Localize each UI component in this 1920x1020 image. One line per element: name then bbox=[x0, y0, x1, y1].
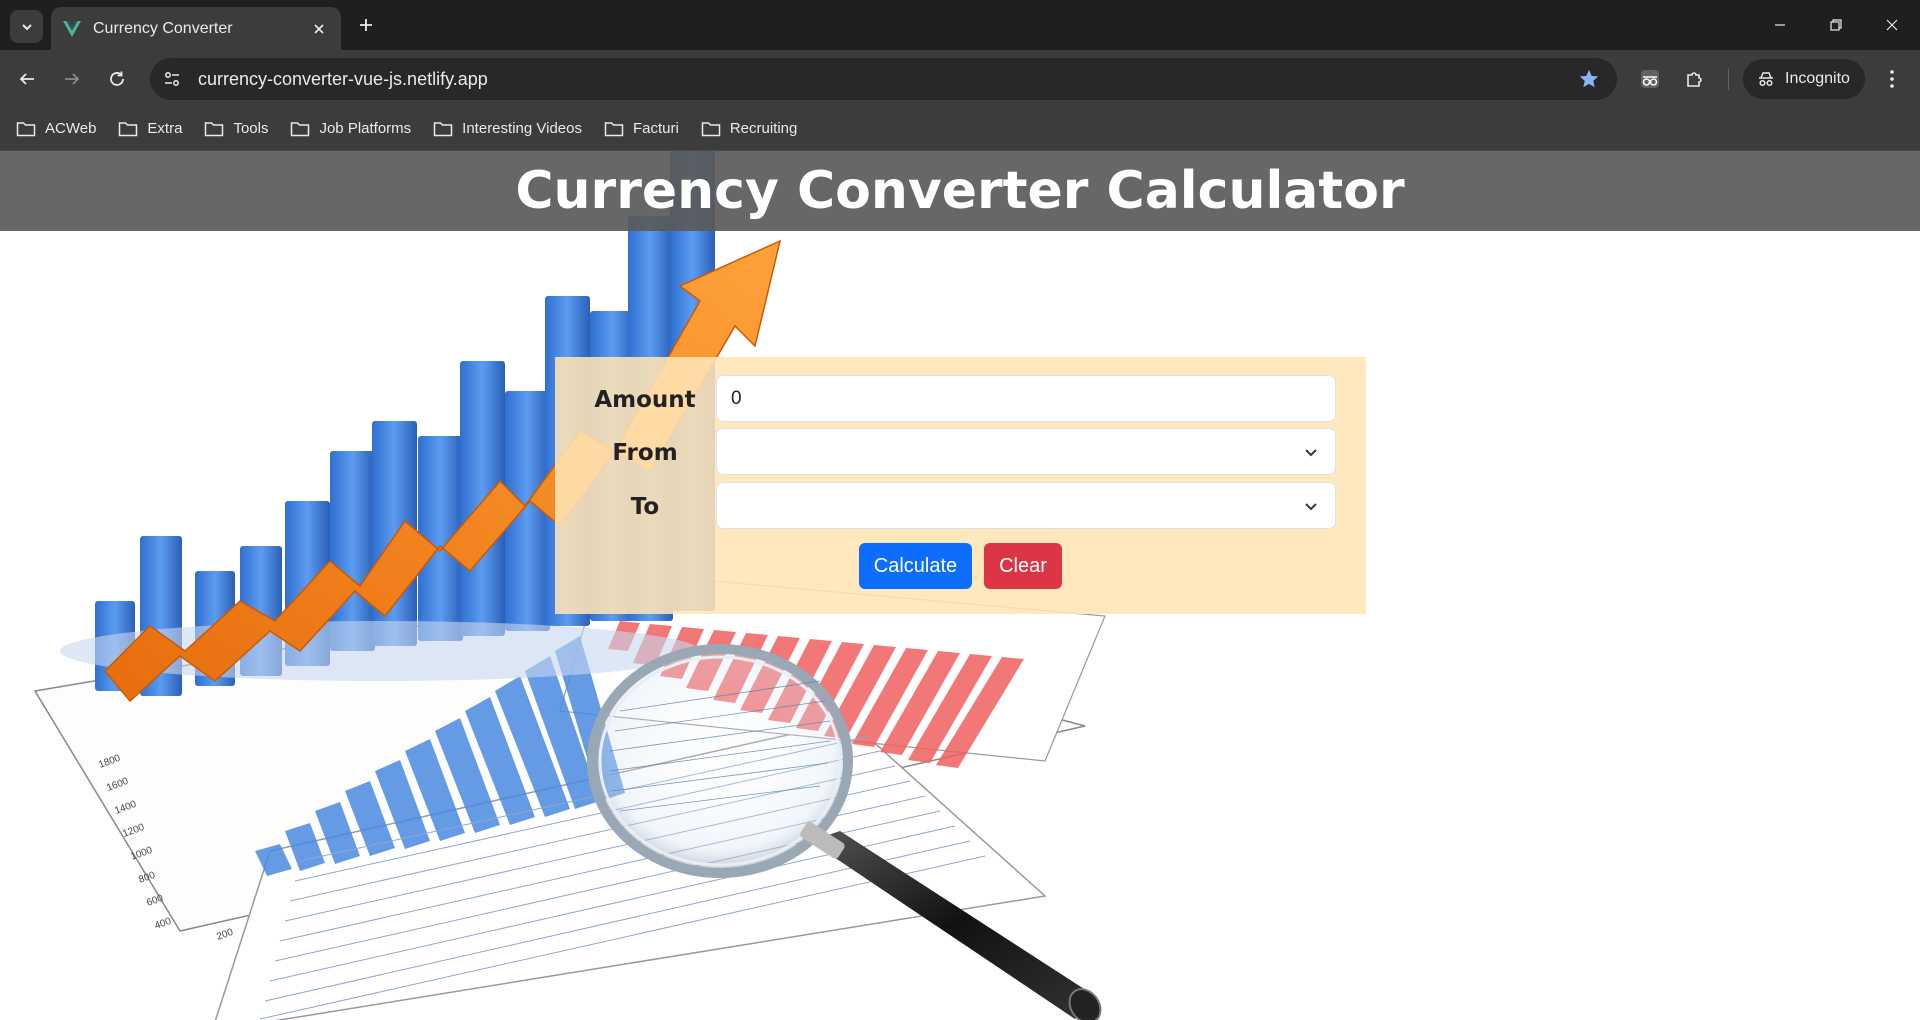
bookmark-folder-tools[interactable]: Tools bbox=[204, 114, 268, 144]
svg-text:400: 400 bbox=[153, 916, 173, 932]
bookmarks-bar: ACWeb Extra Tools Job Platforms Interest… bbox=[0, 107, 1920, 151]
arrow-left-icon bbox=[19, 73, 34, 85]
to-currency-select[interactable] bbox=[716, 482, 1336, 529]
tune-icon bbox=[165, 72, 179, 86]
chevron-down-icon bbox=[1301, 496, 1321, 516]
from-label: From bbox=[612, 440, 678, 466]
folder-icon bbox=[701, 121, 721, 136]
folder-icon bbox=[604, 121, 624, 136]
bookmark-folder-interesting-videos[interactable]: Interesting Videos bbox=[433, 114, 582, 144]
bookmark-label: ACWeb bbox=[45, 120, 97, 137]
close-icon bbox=[1886, 19, 1898, 31]
to-label: To bbox=[630, 494, 660, 520]
menu-button[interactable] bbox=[1875, 62, 1909, 96]
toolbar: currency-converter-vue-js.netlify.app In… bbox=[0, 50, 1920, 107]
plus-icon bbox=[360, 19, 372, 31]
vue-icon bbox=[63, 20, 81, 37]
arrow-right-icon bbox=[65, 73, 80, 85]
reload-icon bbox=[110, 71, 124, 86]
page-title: Currency Converter Calculator bbox=[515, 161, 1405, 221]
amount-input[interactable]: 0 bbox=[716, 375, 1336, 422]
bookmark-folder-facturi[interactable]: Facturi bbox=[604, 114, 679, 144]
folder-icon bbox=[16, 121, 36, 136]
close-window-button[interactable] bbox=[1864, 0, 1920, 50]
minimize-button[interactable] bbox=[1752, 0, 1808, 50]
forward-button[interactable] bbox=[55, 62, 89, 96]
bookmark-label: Tools bbox=[233, 120, 269, 137]
restore-button[interactable] bbox=[1808, 0, 1864, 50]
bookmark-label: Facturi bbox=[632, 120, 679, 137]
tab-active[interactable]: Currency Converter bbox=[51, 7, 341, 50]
profile-incognito-button[interactable]: Incognito bbox=[1743, 59, 1865, 99]
spy-glasses-icon bbox=[1641, 70, 1659, 88]
amount-label: Amount bbox=[594, 387, 696, 413]
close-icon bbox=[314, 23, 324, 34]
bookmark-star-button[interactable] bbox=[1571, 61, 1607, 97]
site-info-button[interactable] bbox=[154, 61, 190, 97]
tab-search-button[interactable] bbox=[10, 10, 43, 43]
toolbar-divider bbox=[1728, 68, 1729, 90]
bookmark-folder-acweb[interactable]: ACWeb bbox=[16, 114, 96, 144]
browser-chrome: Currency Converter currency-converter-vu… bbox=[0, 0, 1920, 151]
chevron-down-icon bbox=[1301, 442, 1321, 462]
bookmark-label: Job Platforms bbox=[319, 120, 412, 137]
profile-label: Incognito bbox=[1785, 70, 1850, 87]
minimize-icon bbox=[1775, 24, 1785, 26]
bookmark-folder-extra[interactable]: Extra bbox=[118, 114, 182, 144]
window-controls bbox=[1752, 0, 1920, 50]
tab-title: Currency Converter bbox=[93, 19, 233, 37]
svg-text:200: 200 bbox=[215, 927, 235, 943]
clear-button[interactable]: Clear bbox=[984, 543, 1062, 589]
converter-form: Amount 0 From To Calculate Clear bbox=[555, 357, 1366, 614]
back-button[interactable] bbox=[10, 62, 44, 96]
calculate-button[interactable]: Calculate bbox=[859, 543, 972, 589]
more-vert-icon bbox=[1890, 70, 1894, 88]
page-header: Currency Converter Calculator bbox=[0, 151, 1920, 231]
folder-icon bbox=[433, 121, 453, 136]
incognito-icon bbox=[1759, 72, 1773, 87]
address-bar[interactable]: currency-converter-vue-js.netlify.app bbox=[150, 58, 1617, 100]
url-text: currency-converter-vue-js.netlify.app bbox=[198, 68, 488, 89]
restore-icon bbox=[1830, 19, 1842, 31]
new-tab-button[interactable] bbox=[352, 11, 380, 39]
bookmark-folder-recruiting[interactable]: Recruiting bbox=[701, 114, 798, 144]
incognito-extension-button[interactable] bbox=[1633, 62, 1667, 96]
puzzle-icon bbox=[1687, 72, 1702, 87]
tab-strip: Currency Converter bbox=[0, 0, 1920, 50]
folder-icon bbox=[205, 121, 224, 136]
amount-value: 0 bbox=[731, 387, 742, 409]
folder-icon bbox=[291, 121, 310, 136]
folder-icon bbox=[119, 121, 138, 136]
bookmark-label: Recruiting bbox=[729, 120, 798, 137]
star-icon bbox=[1579, 69, 1599, 88]
page-viewport: 1800 1600 1400 1200 1000 800 600 400 200 bbox=[0, 151, 1920, 1020]
reload-button[interactable] bbox=[100, 62, 134, 96]
chevron-down-icon bbox=[21, 23, 32, 30]
from-currency-select[interactable] bbox=[716, 428, 1336, 475]
bookmark-label: Interesting Videos bbox=[462, 120, 582, 137]
tab-close-button[interactable] bbox=[309, 19, 329, 39]
extensions-button[interactable] bbox=[1678, 62, 1712, 96]
bookmark-folder-job-platforms[interactable]: Job Platforms bbox=[290, 114, 411, 144]
bookmark-label: Extra bbox=[147, 120, 183, 137]
